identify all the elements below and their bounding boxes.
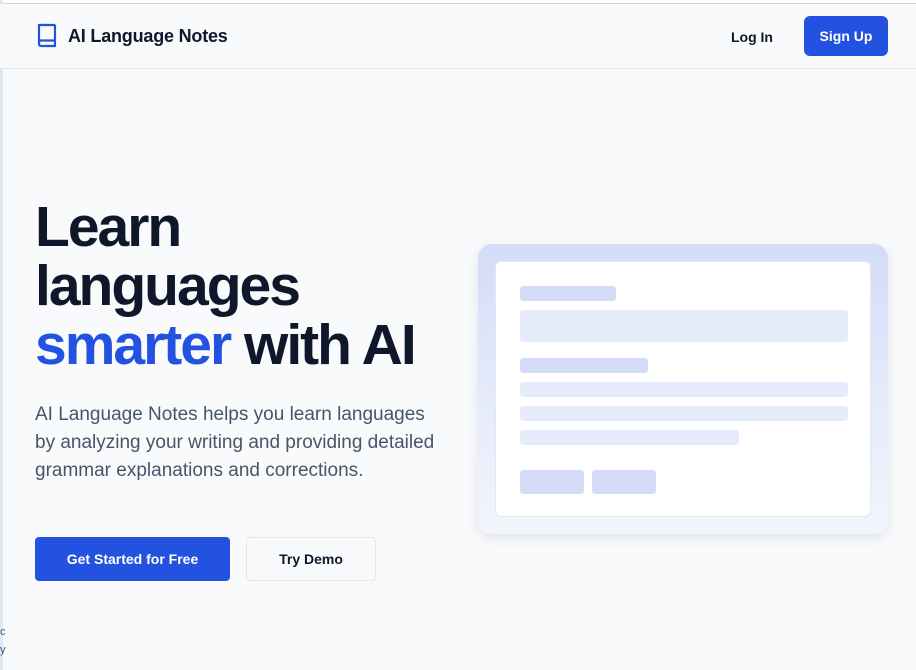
preview-placeholder-button xyxy=(592,470,656,494)
hero-headline: Learn languages smarter with AI xyxy=(35,198,465,375)
book-icon xyxy=(37,23,57,48)
preview-placeholder-button xyxy=(520,470,584,494)
try-demo-button[interactable]: Try Demo xyxy=(246,537,376,581)
brand-title: AI Language Notes xyxy=(68,25,228,46)
brand[interactable]: AI Language Notes xyxy=(36,23,228,49)
edge-text-fragment: c xyxy=(0,626,6,638)
hero-description: AI Language Notes helps you learn langua… xyxy=(35,404,435,481)
preview-placeholder-line xyxy=(520,406,848,421)
preview-placeholder-subheading xyxy=(520,358,648,373)
headline-tail: with AI xyxy=(230,313,417,377)
login-button[interactable]: Log In xyxy=(716,18,788,56)
headline-line-2: languages xyxy=(35,254,301,318)
signup-button[interactable]: Sign Up xyxy=(804,16,888,56)
preview-placeholder-line xyxy=(520,430,739,445)
headline-line-1: Learn xyxy=(35,195,182,259)
edge-text-fragment: y xyxy=(0,644,6,656)
preview-placeholder-input xyxy=(520,310,848,342)
preview-placeholder-heading xyxy=(520,286,616,301)
site-header: AI Language Notes Log In Sign Up xyxy=(0,4,916,69)
get-started-button[interactable]: Get Started for Free xyxy=(35,537,230,581)
window-left-edge xyxy=(0,0,3,670)
headline-accent: smarter xyxy=(35,313,232,377)
app-preview-illustration xyxy=(478,244,888,534)
preview-card xyxy=(495,261,871,517)
preview-placeholder-line xyxy=(520,382,848,397)
